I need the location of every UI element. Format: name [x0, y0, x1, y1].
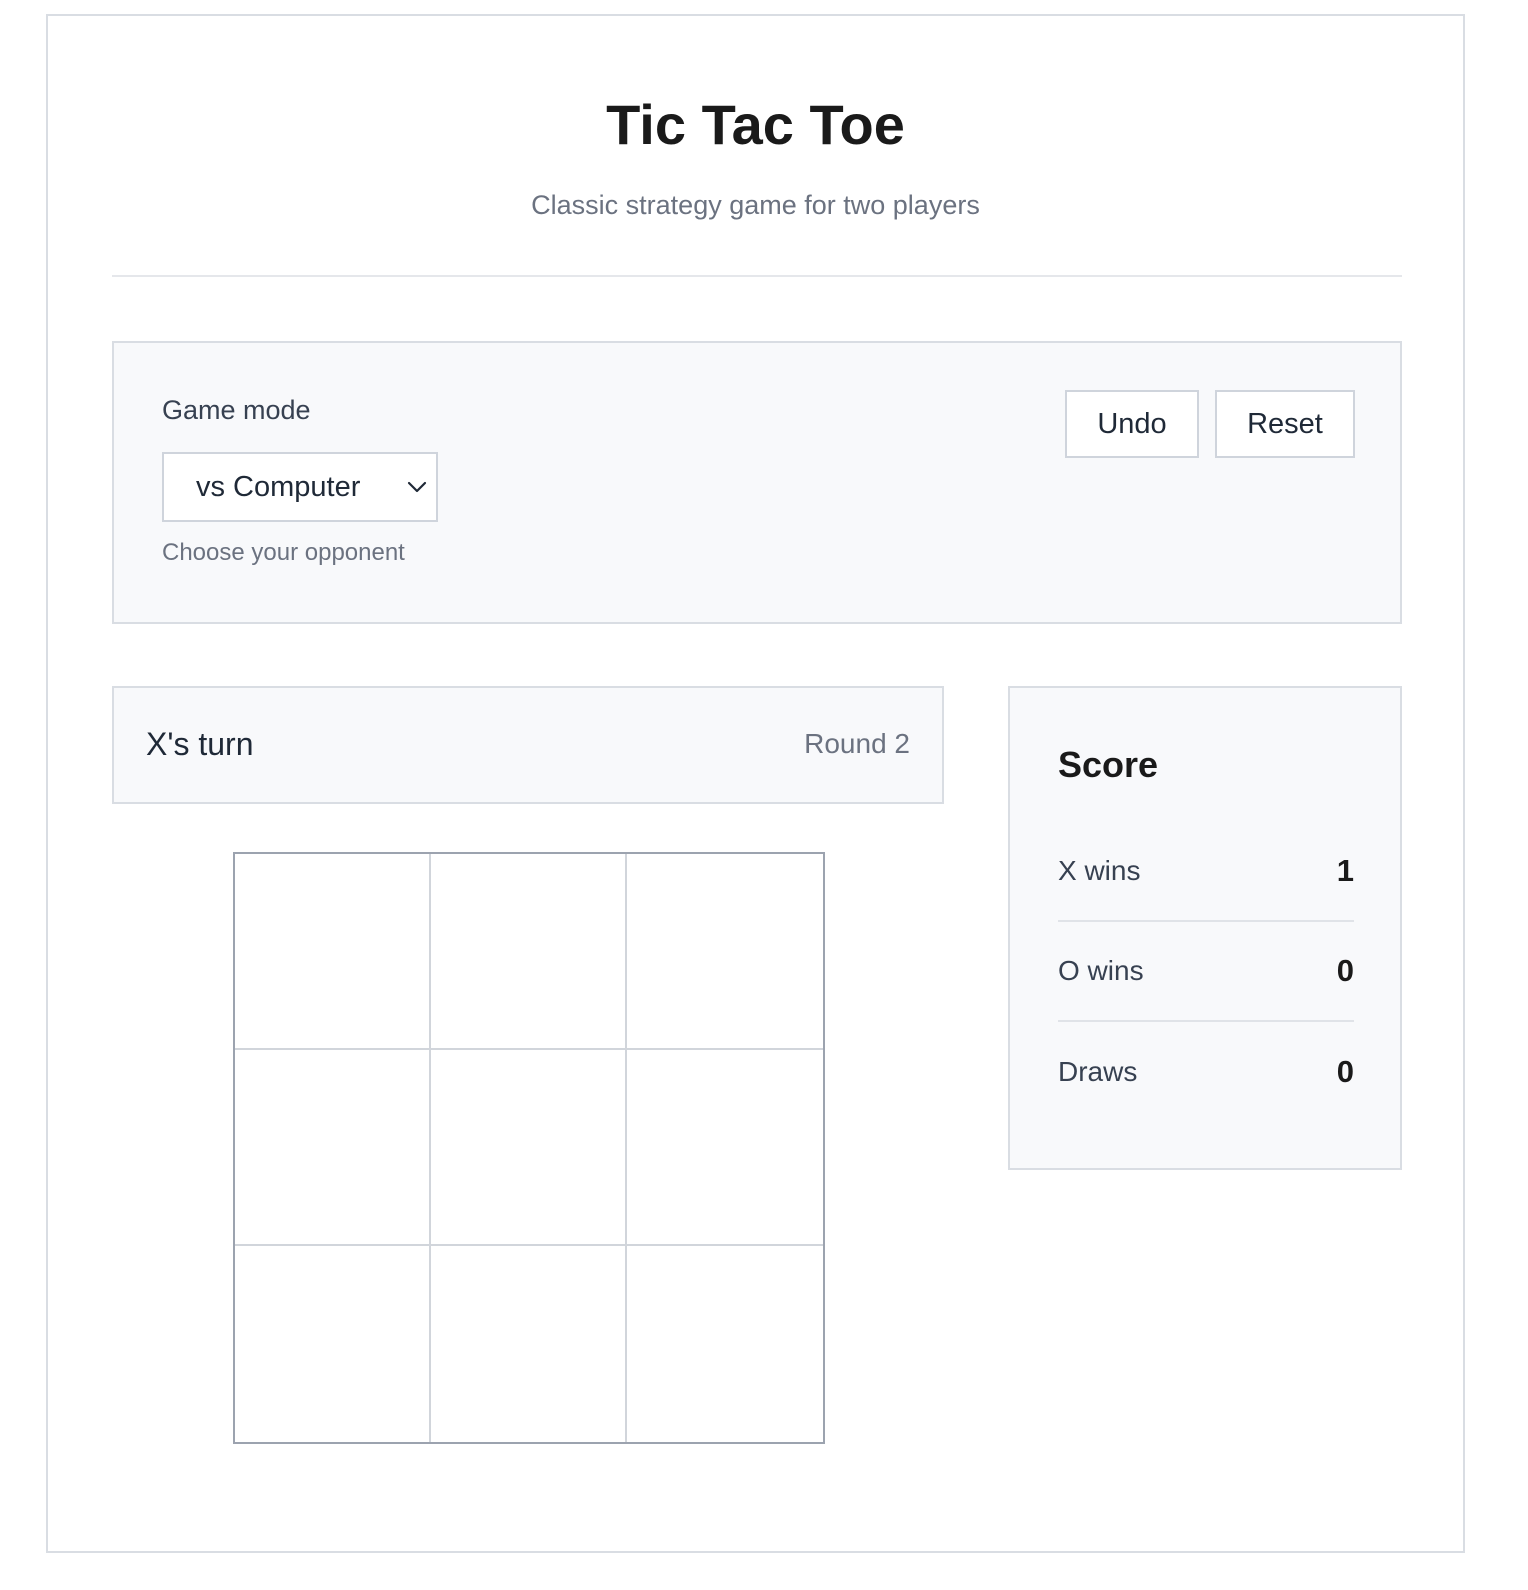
- page-subtitle: Classic strategy game for two players: [531, 190, 980, 220]
- score-row-o-wins: O wins 0: [1058, 922, 1354, 1022]
- round-indicator: Round 2: [804, 728, 910, 759]
- game-mode-select[interactable]: vs Computer: [162, 452, 438, 522]
- board-cell-9[interactable]: [627, 1246, 823, 1442]
- board-cell-2[interactable]: [431, 854, 627, 1050]
- board-cell-1[interactable]: [235, 854, 431, 1050]
- score-title: Score: [1058, 744, 1159, 785]
- board-cell-7[interactable]: [235, 1246, 431, 1442]
- header-divider: [112, 275, 1402, 277]
- x-wins-label: X wins: [1058, 855, 1141, 886]
- game-board: [233, 852, 825, 1444]
- game-mode-label: Game mode: [162, 395, 311, 425]
- undo-button[interactable]: Undo: [1065, 390, 1199, 458]
- game-mode-help-text: Choose your opponent: [162, 539, 405, 566]
- turn-indicator: X's turn: [146, 726, 254, 762]
- game-mode-selected-value: vs Computer: [196, 471, 361, 503]
- score-row-x-wins: X wins 1: [1058, 822, 1354, 922]
- app-container: Tic Tac Toe Classic strategy game for tw…: [46, 14, 1465, 1553]
- status-bar: X's turn Round 2: [112, 686, 944, 804]
- reset-button[interactable]: Reset: [1215, 390, 1355, 458]
- board-cell-8[interactable]: [431, 1246, 627, 1442]
- x-wins-value: 1: [1336, 853, 1354, 888]
- chevron-down-icon: [407, 481, 427, 493]
- draws-value: 0: [1336, 1054, 1354, 1089]
- board-cell-5[interactable]: [431, 1050, 627, 1246]
- draws-label: Draws: [1058, 1056, 1138, 1087]
- score-panel: Score X wins 1 O wins 0 Draws 0: [1008, 686, 1402, 1170]
- board-cell-4[interactable]: [235, 1050, 431, 1246]
- o-wins-label: O wins: [1058, 955, 1144, 986]
- score-row-draws: Draws 0: [1058, 1022, 1354, 1122]
- controls-panel: Game mode vs Computer Choose your oppone…: [112, 341, 1402, 624]
- board-cell-6[interactable]: [627, 1050, 823, 1246]
- page-title: Tic Tac Toe: [606, 93, 905, 156]
- o-wins-value: 0: [1336, 953, 1354, 988]
- board-cell-3[interactable]: [627, 854, 823, 1050]
